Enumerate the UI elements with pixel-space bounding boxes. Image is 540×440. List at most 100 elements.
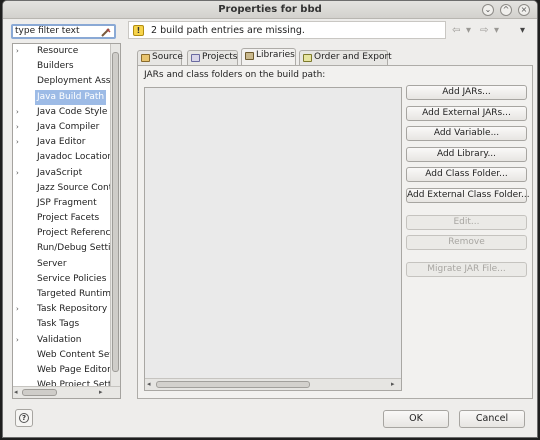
expand-arrow-icon[interactable]: › (16, 120, 24, 135)
tree-item[interactable]: Builders (13, 59, 110, 74)
tree-item-label: JSP Fragment (37, 197, 97, 208)
expand-arrow-icon[interactable]: › (16, 135, 24, 150)
filter-text[interactable]: type filter text (15, 26, 80, 36)
tree-item[interactable]: Web Page Editor (13, 363, 110, 378)
properties-dialog: Properties for bbd ⌄ ^ × type filter tex… (2, 0, 538, 438)
tree-item-label: Web Content Set (37, 349, 110, 360)
remove-button[interactable]: Remove (406, 235, 527, 250)
tree-item[interactable]: › Task Repository (13, 302, 110, 317)
list-horizontal-scroll-thumb[interactable] (156, 381, 310, 388)
add-library-button[interactable]: Add Library... (406, 147, 527, 162)
expand-arrow-icon[interactable]: › (16, 105, 24, 120)
source-folder-icon (141, 54, 150, 62)
tab-order-and-export[interactable]: Order and Export (299, 50, 392, 65)
back-menu-icon[interactable]: ▾ (466, 25, 471, 36)
tab-projects[interactable]: Projects (187, 50, 238, 65)
tree-item-label: Run/Debug Settin (37, 243, 110, 254)
tree-horizontal-scrollbar[interactable]: ◂ ▸ (13, 386, 120, 398)
tree-item[interactable]: Server (13, 257, 110, 272)
tree-item[interactable]: Deployment Asse (13, 74, 110, 89)
list-horizontal-scrollbar[interactable]: ◂ ▸ (145, 378, 401, 390)
forward-menu-icon[interactable]: ▾ (494, 25, 499, 36)
tree-item[interactable]: Project Reference (13, 226, 110, 241)
tree-horizontal-scroll-thumb[interactable] (22, 389, 57, 396)
tree-item-label: Java Build Path (35, 89, 107, 105)
tree-item[interactable]: › Java Editor (13, 135, 110, 150)
tree-item-label: Project Facets (37, 213, 100, 224)
view-menu-icon[interactable]: ▾ (520, 25, 525, 36)
tree-vertical-scroll-thumb[interactable] (112, 52, 119, 372)
help-button[interactable]: ? (15, 409, 33, 427)
back-arrow-icon[interactable]: ⇦ (452, 25, 460, 36)
tree-item-label: Validation (37, 334, 82, 345)
window-title: Properties for bbd (218, 4, 322, 15)
expand-arrow-icon[interactable]: › (16, 333, 24, 348)
ok-button[interactable]: OK (383, 410, 449, 428)
warning-icon: ! (133, 25, 144, 36)
filter-input[interactable]: type filter text (11, 24, 116, 39)
scroll-left-arrow-icon[interactable]: ◂ (147, 380, 151, 388)
tree-item-label: Builders (37, 61, 74, 72)
tree-item-label: Java Code Style (37, 106, 108, 117)
tree-item-label: Server (37, 258, 67, 269)
tree-item-label: Project Reference (37, 228, 110, 239)
tab-projects-label: Projects (202, 52, 238, 62)
message-bar: ! 2 build path entries are missing. (128, 21, 446, 39)
close-button[interactable]: × (518, 4, 530, 16)
tree-item[interactable]: Run/Debug Settin (13, 241, 110, 256)
order-export-icon (303, 54, 312, 62)
expand-arrow-icon[interactable]: › (16, 302, 24, 317)
forward-arrow-icon[interactable]: ⇨ (480, 25, 488, 36)
tree-item-label: Service Policies (37, 273, 107, 284)
maximize-button[interactable]: ^ (500, 4, 512, 16)
tab-libraries[interactable]: Libraries (241, 48, 296, 66)
tree-item[interactable]: Web Content Set (13, 348, 110, 363)
tab-order-and-export-label: Order and Export (314, 52, 392, 62)
expand-arrow-icon[interactable]: › (16, 166, 24, 181)
add-variable-button[interactable]: Add Variable... (406, 126, 527, 141)
minimize-button[interactable]: ⌄ (482, 4, 494, 16)
libraries-panel: JARs and class folders on the build path… (137, 65, 533, 399)
scroll-left-arrow-icon[interactable]: ◂ (14, 388, 18, 396)
migrate-jar-file-button[interactable]: Migrate JAR File... (406, 262, 527, 277)
scroll-right-arrow-icon[interactable]: ▸ (99, 388, 103, 396)
build-path-entries-list[interactable]: ◂ ▸ (144, 87, 402, 391)
project-icon (191, 54, 200, 62)
tree-item-label: Task Tags (37, 319, 80, 330)
cancel-button[interactable]: Cancel (459, 410, 525, 428)
add-external-jars-button[interactable]: Add External JARs... (406, 106, 527, 121)
tree-item[interactable]: Project Facets (13, 211, 110, 226)
tree-item[interactable]: › JavaScript (13, 166, 110, 181)
tree-item[interactable]: Java Build Path (13, 89, 110, 105)
tree-item-label: Task Repository (37, 304, 108, 315)
tree-item[interactable]: › Validation (13, 333, 110, 348)
title-bar: Properties for bbd ⌄ ^ × (3, 1, 537, 19)
add-external-class-folder-button[interactable]: Add External Class Folder... (406, 188, 530, 203)
scroll-right-arrow-icon[interactable]: ▸ (391, 380, 395, 388)
tree-item[interactable]: Targeted Runtime (13, 287, 110, 302)
expand-arrow-icon[interactable]: › (16, 44, 24, 59)
tab-source[interactable]: Source (137, 50, 183, 65)
tree-item[interactable]: Task Tags (13, 317, 110, 332)
tree-item[interactable]: › Java Compiler (13, 120, 110, 135)
tree-vertical-scrollbar[interactable] (110, 44, 120, 387)
tree-list: › Resource Builders Deployment Asse Java Bui… (13, 44, 110, 387)
build-path-label: JARs and class folders on the build path… (144, 70, 326, 80)
tree-item-label: Jazz Source Cont (37, 182, 110, 193)
property-page-tree[interactable]: › Resource Builders Deployment Asse Java Bui… (12, 43, 121, 399)
tree-item[interactable]: Jazz Source Cont (13, 181, 110, 196)
add-jars-button[interactable]: Add JARs... (406, 85, 527, 100)
tree-item[interactable]: Javadoc Location (13, 150, 110, 165)
tree-item[interactable]: Service Policies (13, 272, 110, 287)
tree-item[interactable]: › Resource (13, 44, 110, 59)
tree-item-label: Resource (37, 46, 79, 56)
edit-button[interactable]: Edit... (406, 215, 527, 230)
tree-item-label: Java Editor (37, 137, 86, 148)
tree-item[interactable]: JSP Fragment (13, 196, 110, 211)
clear-filter-icon[interactable] (101, 27, 111, 37)
tree-item[interactable]: › Java Code Style (13, 105, 110, 120)
tree-item-label: Web Page Editor (37, 364, 110, 375)
add-class-folder-button[interactable]: Add Class Folder... (406, 167, 527, 182)
tab-source-label: Source (152, 52, 183, 62)
tree-item-label: Targeted Runtime (37, 289, 110, 299)
